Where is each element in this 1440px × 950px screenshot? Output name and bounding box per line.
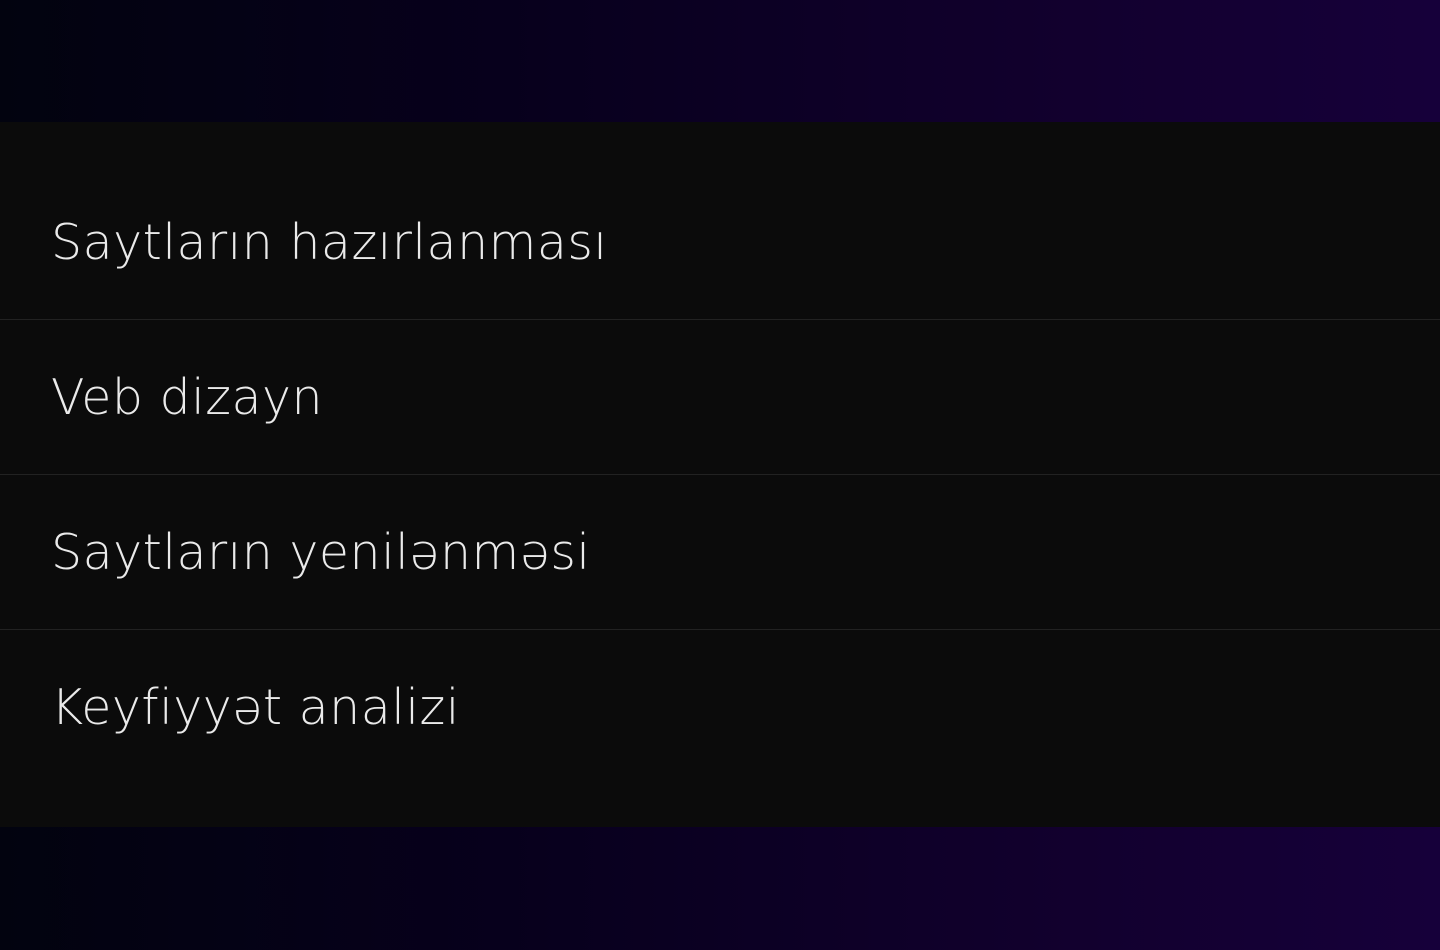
services-menu-panel: Saytların hazırlanması Veb dizayn Saytla… bbox=[0, 122, 1440, 827]
menu-item-quality-analysis[interactable]: Keyfiyyət analizi bbox=[0, 630, 1440, 785]
menu-item-label: Saytların hazırlanması bbox=[51, 213, 608, 271]
top-gradient-band bbox=[0, 0, 1440, 122]
menu-item-website-updates[interactable]: Saytların yenilənməsi bbox=[0, 475, 1440, 630]
menu-item-label: Veb dizayn bbox=[51, 368, 324, 426]
menu-item-web-design[interactable]: Veb dizayn bbox=[0, 320, 1440, 475]
menu-item-label: Saytların yenilənməsi bbox=[51, 523, 591, 581]
bottom-gradient-band bbox=[0, 827, 1440, 950]
menu-item-label: Keyfiyyət analizi bbox=[51, 679, 460, 736]
menu-item-website-development[interactable]: Saytların hazırlanması bbox=[0, 165, 1440, 320]
services-menu-list: Saytların hazırlanması Veb dizayn Saytla… bbox=[0, 165, 1440, 785]
